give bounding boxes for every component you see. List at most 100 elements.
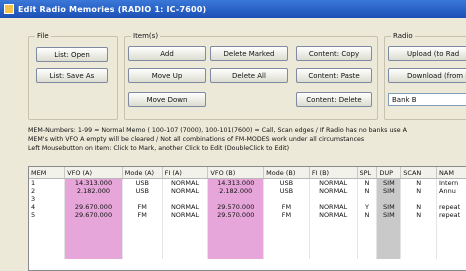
table-row[interactable]: 3	[29, 195, 466, 203]
cell-mode-a: FM	[122, 211, 163, 219]
cell-mem: 3	[29, 195, 66, 203]
column-header[interactable]: NAM	[436, 167, 466, 179]
cell-name: Annu	[436, 187, 466, 195]
window-title: Edit Radio Memories (RADIO 1: IC-7600)	[18, 4, 207, 14]
table-row[interactable]: 2 2.182.000 USB NORMAL 2.182.000 USB NOR…	[29, 187, 466, 195]
cell-vfo-a	[64, 195, 123, 203]
cell-fi-b: NORMAL	[309, 178, 358, 187]
memories-table[interactable]: MEM VFO (A) Mode (A) FI (A) VFO (B) Mode…	[28, 166, 466, 271]
move-up-button[interactable]: Move Up	[128, 68, 206, 83]
cell-mem: 5	[29, 211, 66, 219]
table-row[interactable]: 5 29.670.000 FM NORMAL 29.570.000 FM NOR…	[29, 211, 466, 219]
info-line: MEM's with VFO A empty will be cleared /…	[28, 136, 365, 143]
cell-scan: N	[400, 211, 438, 219]
cell-mem: 1	[29, 178, 66, 187]
cell-fi-a: NORMAL	[162, 187, 209, 195]
info-line: Left Mousebutton on Item: Click to Mark,…	[28, 145, 290, 152]
cell-fi-a: NORMAL	[162, 211, 209, 219]
cell-name: repeat	[436, 203, 466, 211]
cell-fi-b	[309, 195, 358, 203]
cell-name	[436, 195, 466, 203]
table-row[interactable]	[29, 251, 466, 259]
cell-mode-a: FM	[122, 203, 163, 211]
cell-mode-a	[122, 195, 163, 203]
table-row[interactable]	[29, 227, 466, 235]
cell-mode-a: USB	[122, 187, 163, 195]
cell-dup: SIM	[376, 211, 402, 219]
cell-name: repeat	[436, 211, 466, 219]
info-line: MEM-Numbers: 1-99 = Normal Memo ( 100-10…	[28, 127, 407, 134]
cell-vfo-b: 14.313.000	[207, 178, 265, 187]
table-row[interactable]	[29, 219, 466, 227]
move-down-button[interactable]: Move Down	[128, 92, 206, 107]
cell-vfo-a: 14.313.000	[64, 178, 123, 187]
cell-scan: N	[400, 203, 438, 211]
title-bar[interactable]: Edit Radio Memories (RADIO 1: IC-7600)	[0, 0, 466, 18]
column-header[interactable]: SCAN	[400, 167, 438, 179]
upload-to-radio-button[interactable]: Upload (to Rad	[388, 46, 466, 61]
cell-vfo-a: 2.182.000	[64, 187, 123, 195]
cell-dup: SIM	[376, 178, 402, 187]
content-delete-button[interactable]: Content: Delete	[296, 92, 372, 107]
cell-fi-b: NORMAL	[309, 203, 358, 211]
list-open-button[interactable]: List: Open	[36, 47, 108, 62]
cell-scan	[400, 195, 438, 203]
column-header[interactable]: SPL	[357, 167, 378, 179]
cell-mode-a: USB	[122, 178, 163, 187]
content-copy-button[interactable]: Content: Copy	[296, 46, 372, 61]
delete-all-button[interactable]: Delete All	[210, 68, 288, 83]
download-from-radio-button[interactable]: Download (from R	[388, 68, 466, 83]
cell-spl: Y	[357, 203, 378, 211]
content-paste-button[interactable]: Content: Paste	[296, 68, 372, 83]
column-header[interactable]: MEM	[29, 167, 66, 179]
cell-dup	[376, 195, 402, 203]
cell-vfo-a: 29.670.000	[64, 203, 123, 211]
cell-mode-b: USB	[263, 187, 310, 195]
column-header[interactable]: Mode (B)	[263, 167, 310, 179]
column-header[interactable]: VFO (A)	[64, 167, 123, 179]
column-header[interactable]: Mode (A)	[122, 167, 163, 179]
table-row[interactable]	[29, 235, 466, 243]
radio-group-label: Radio	[391, 32, 415, 40]
cell-vfo-b: 29.570.000	[207, 203, 265, 211]
cell-vfo-a: 29.670.000	[64, 211, 123, 219]
cell-mode-b: FM	[263, 203, 310, 211]
cell-vfo-b	[207, 195, 265, 203]
table-row[interactable]: 4 29.670.000 FM NORMAL 29.570.000 FM NOR…	[29, 203, 466, 211]
app-icon	[4, 4, 14, 14]
table-row[interactable]	[29, 243, 466, 251]
bank-select[interactable]: Bank B	[388, 93, 466, 106]
file-group-label: File	[35, 32, 51, 40]
cell-dup: SIM	[376, 203, 402, 211]
cell-name: Intern	[436, 178, 466, 187]
cell-mem: 4	[29, 203, 66, 211]
column-header[interactable]: FI (B)	[309, 167, 358, 179]
column-header[interactable]: VFO (B)	[207, 167, 265, 179]
cell-vfo-b: 2.182.000	[207, 187, 265, 195]
cell-mode-b: FM	[263, 211, 310, 219]
cell-mem: 2	[29, 187, 66, 195]
cell-spl: N	[357, 187, 378, 195]
cell-mode-b: USB	[263, 178, 310, 187]
add-button[interactable]: Add	[128, 46, 206, 61]
cell-vfo-b: 29.570.000	[207, 211, 265, 219]
cell-fi-b: NORMAL	[309, 211, 358, 219]
left-edge	[0, 18, 28, 271]
cell-spl: N	[357, 211, 378, 219]
info-text: MEM-Numbers: 1-99 = Normal Memo ( 100-10…	[28, 126, 464, 153]
cell-fi-b: NORMAL	[309, 187, 358, 195]
table-header: MEM VFO (A) Mode (A) FI (A) VFO (B) Mode…	[29, 167, 466, 179]
delete-marked-button[interactable]: Delete Marked	[210, 46, 288, 61]
column-header[interactable]: DUP	[376, 167, 402, 179]
table-row[interactable]: 1 14.313.000 USB NORMAL 14.313.000 USB N…	[29, 178, 466, 187]
cell-scan: N	[400, 178, 438, 187]
column-header[interactable]: FI (A)	[162, 167, 209, 179]
cell-mode-b	[263, 195, 310, 203]
edit-radio-memories-window: Edit Radio Memories (RADIO 1: IC-7600) F…	[0, 0, 466, 271]
cell-spl	[357, 195, 378, 203]
cell-fi-a: NORMAL	[162, 203, 209, 211]
cell-fi-a: NORMAL	[162, 178, 209, 187]
items-group-label: Item(s)	[131, 32, 161, 40]
list-save-as-button[interactable]: List: Save As	[36, 68, 108, 83]
cell-fi-a	[162, 195, 209, 203]
